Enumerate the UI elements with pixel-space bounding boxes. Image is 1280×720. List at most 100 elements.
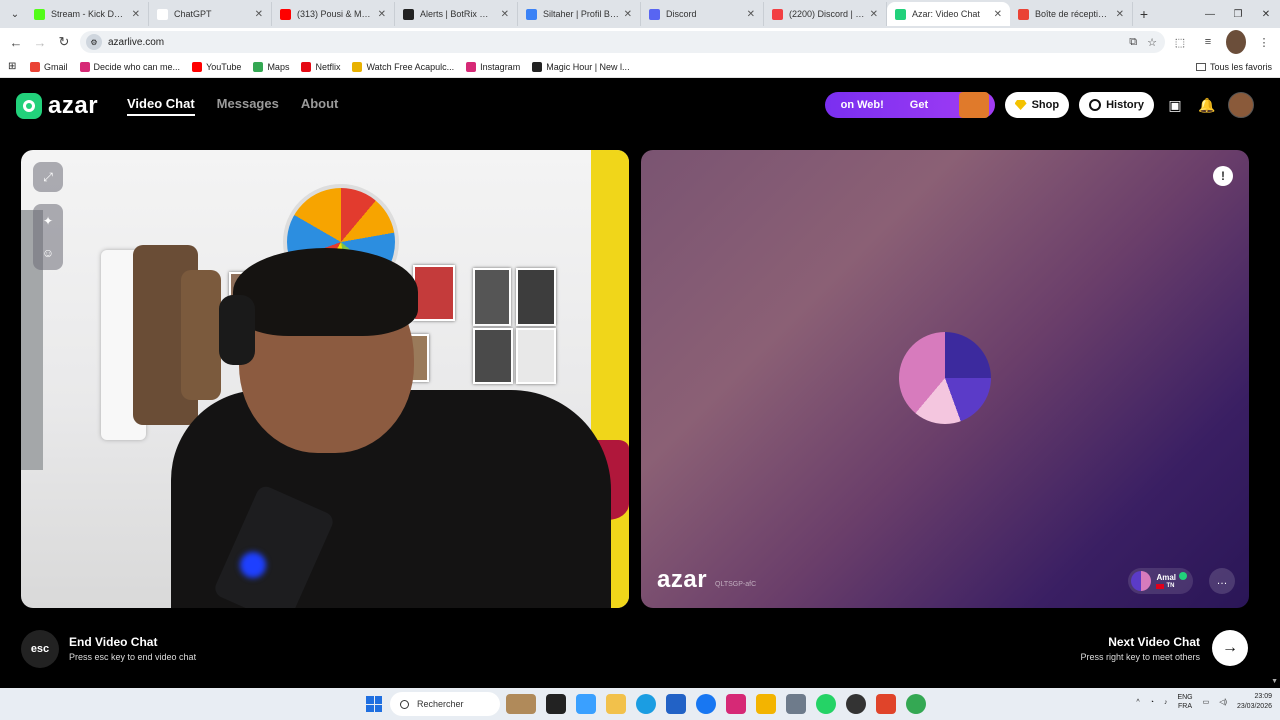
apps-grid-icon[interactable]: ⊞: [8, 61, 22, 72]
nav-about[interactable]: About: [301, 96, 339, 116]
bookmark-item[interactable]: Maps: [253, 61, 289, 72]
next-chat-button[interactable]: →: [1212, 630, 1248, 666]
user-avatar[interactable]: [1228, 92, 1254, 118]
browser-tab[interactable]: Stream - Kick Dashbo ✕: [26, 2, 149, 26]
tab-close-icon[interactable]: ✕: [994, 9, 1002, 20]
obs-icon[interactable]: [846, 694, 866, 714]
facebook-icon[interactable]: [696, 694, 716, 714]
windows-start-icon[interactable]: [366, 696, 382, 712]
app-icon[interactable]: [876, 694, 896, 714]
tab-close-icon[interactable]: ✕: [255, 9, 263, 20]
peer-profile-chip[interactable]: Amal TN: [1128, 568, 1193, 594]
volume-icon[interactable]: ◁): [1219, 698, 1227, 706]
bookmark-icon: [352, 61, 363, 72]
browser-tab[interactable]: Boîte de réception (2 ✕: [1010, 2, 1133, 26]
display-icon[interactable]: ▭: [1203, 698, 1210, 706]
address-bar: ← → ↻ ⚙ azarlive.com ⧉ ☆ ⬚ ≡ ⋮: [0, 28, 1280, 56]
browser-tab-bar: ⌄ Stream - Kick Dashbo✕ChatGPT✕(313) Pou…: [0, 0, 1280, 28]
close-window-icon[interactable]: ✕: [1252, 0, 1280, 28]
bookmark-item[interactable]: Watch Free Acapulc...: [352, 61, 455, 72]
poster: [516, 268, 556, 326]
store-icon[interactable]: [666, 694, 686, 714]
tab-close-icon[interactable]: ✕: [624, 9, 632, 20]
expand-icon[interactable]: ⤢: [33, 162, 63, 192]
bookmark-item[interactable]: Gmail: [30, 61, 68, 72]
scroll-down-icon[interactable]: ▼: [1271, 678, 1278, 685]
chrome-icon[interactable]: [906, 694, 926, 714]
extensions-icon[interactable]: ⬚: [1170, 30, 1190, 54]
file-explorer-icon[interactable]: [606, 694, 626, 714]
tab-title: Discord: [666, 9, 697, 19]
bell-icon[interactable]: 🔔: [1196, 94, 1218, 116]
azar-logo[interactable]: azar: [16, 92, 98, 120]
tab-close-icon[interactable]: ✕: [501, 9, 509, 20]
taskbar-search[interactable]: Rechercher: [390, 692, 500, 716]
tab-close-icon[interactable]: ✕: [132, 9, 140, 20]
install-app-icon[interactable]: ⧉: [1129, 36, 1137, 49]
shop-button[interactable]: Shop: [1004, 92, 1070, 118]
browser-tab[interactable]: Alerts | BotRix — Clo ✕: [395, 2, 518, 26]
history-button[interactable]: History: [1079, 92, 1154, 118]
chat-bubble-icon[interactable]: …: [1209, 568, 1235, 594]
profile-icon[interactable]: [1226, 30, 1246, 54]
site-info-icon[interactable]: ⚙: [86, 34, 102, 50]
end-chat-button[interactable]: esc: [21, 630, 59, 668]
bookmark-item[interactable]: YouTube: [192, 61, 241, 72]
promo-banner[interactable]: on Web! Get: [824, 92, 995, 118]
forward-icon[interactable]: →: [28, 30, 52, 54]
inbox-icon[interactable]: ▣: [1164, 94, 1186, 116]
app-icon[interactable]: [756, 694, 776, 714]
lang-top: ENG: [1177, 694, 1193, 701]
nav-messages[interactable]: Messages: [217, 96, 279, 116]
tab-close-icon[interactable]: ✕: [747, 9, 755, 20]
tab-search-icon[interactable]: ⌄: [4, 3, 26, 25]
bookmark-item[interactable]: Netflix: [301, 61, 340, 72]
new-tab-button[interactable]: +: [1133, 6, 1155, 22]
whatsapp-icon[interactable]: [816, 694, 836, 714]
bookmark-item[interactable]: Instagram: [466, 61, 520, 72]
main-nav: Video Chat Messages About: [127, 96, 338, 116]
minimize-icon[interactable]: —: [1196, 0, 1224, 28]
media-icon[interactable]: ≡: [1198, 30, 1218, 54]
browser-tab[interactable]: (2200) Discord | Frien ✕: [764, 2, 887, 26]
browser-tab[interactable]: ChatGPT ✕: [149, 2, 272, 26]
browser-tab[interactable]: Azar: Video Chat ✕: [887, 2, 1010, 26]
show-hidden-icon[interactable]: ^: [1136, 699, 1139, 706]
window-controls: — ❐ ✕: [1196, 0, 1280, 28]
language-indicator[interactable]: ENG FRA: [1177, 693, 1192, 711]
browser-tab[interactable]: (313) Pousi & Muslim ✕: [272, 2, 395, 26]
widgets-icon[interactable]: [506, 694, 536, 714]
copilot-icon[interactable]: [576, 694, 596, 714]
peer-name: Amal: [1156, 572, 1176, 582]
url-field[interactable]: ⚙ azarlive.com ⧉ ☆: [80, 31, 1165, 53]
restore-icon[interactable]: ❐: [1224, 0, 1252, 28]
effects-group: ✦ ☺: [33, 204, 63, 270]
tab-close-icon[interactable]: ✕: [870, 9, 878, 20]
wifi-icon[interactable]: ◔: [1150, 699, 1154, 706]
bookmark-item[interactable]: Magic Hour | New l...: [532, 61, 630, 72]
tab-close-icon[interactable]: ✕: [378, 9, 386, 20]
bookmark-label: Watch Free Acapulc...: [366, 61, 455, 72]
menu-icon[interactable]: ⋮: [1254, 30, 1274, 54]
camera-icon[interactable]: [786, 694, 806, 714]
browser-tab[interactable]: Discord ✕: [641, 2, 764, 26]
nav-video-chat[interactable]: Video Chat: [127, 96, 195, 116]
instagram-icon[interactable]: [726, 694, 746, 714]
magic-wand-icon[interactable]: ✦: [33, 208, 63, 234]
tab-close-icon[interactable]: ✕: [1116, 9, 1124, 20]
all-bookmarks[interactable]: Tous les favoris: [1195, 62, 1272, 72]
mic-tray-icon[interactable]: ♪: [1164, 699, 1168, 706]
bookmark-star-icon[interactable]: ☆: [1147, 36, 1157, 49]
reload-icon[interactable]: ↻: [52, 30, 76, 54]
back-icon[interactable]: ←: [4, 30, 28, 54]
tab-title: ChatGPT: [174, 9, 212, 19]
bookmark-item[interactable]: Decide who can me...: [79, 61, 180, 72]
taskbar-clock[interactable]: 23:09 23/03/2026: [1237, 692, 1272, 712]
jacket: [181, 270, 221, 400]
report-icon[interactable]: !: [1213, 166, 1233, 186]
task-view-icon[interactable]: [546, 694, 566, 714]
poster: [473, 268, 511, 326]
browser-tab[interactable]: Siltaher | Profil Bakch ✕: [518, 2, 641, 26]
edge-icon[interactable]: [636, 694, 656, 714]
sticker-icon[interactable]: ☺: [33, 240, 63, 266]
